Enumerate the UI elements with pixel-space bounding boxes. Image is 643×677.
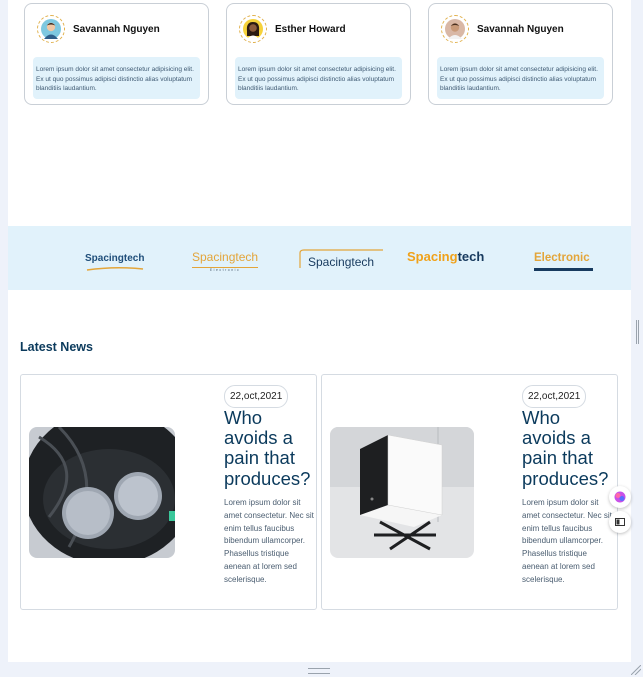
panel-toggle-icon[interactable] (609, 511, 631, 533)
brand-logo[interactable]: Spacingtech (299, 249, 383, 269)
testimonial-text: Lorem ipsum dolor sit amet consectetur a… (33, 57, 200, 99)
testimonial-text: Lorem ipsum dolor sit amet consectetur a… (437, 57, 604, 99)
brand-logo[interactable]: Spacingtech (407, 248, 484, 266)
testimonial-text: Lorem ipsum dolor sit amet consectetur a… (235, 57, 402, 99)
news-card[interactable]: 22,oct,2021 Who avoids a pain that produ… (20, 374, 317, 610)
avatar-man-icon (445, 19, 465, 39)
news-date: 22,oct,2021 (224, 385, 289, 408)
assistant-icon[interactable] (609, 486, 631, 508)
testimonial-card: Savannah Nguyen Lorem ipsum dolor sit am… (428, 3, 613, 105)
brand-logo[interactable]: Electronic (534, 248, 593, 271)
news-title[interactable]: Who avoids a pain that produces? (224, 407, 320, 489)
earbuds-case-photo (29, 427, 175, 558)
brand-strip: Spacingtech Spacingtech Electronic Spaci… (8, 226, 631, 290)
mini-pc-photo (330, 427, 474, 558)
avatar (239, 15, 267, 43)
scrollbar-handle[interactable] (636, 320, 639, 344)
avatar-man-icon (41, 19, 61, 39)
brand-bar-icon (534, 268, 593, 271)
section-heading: Latest News (20, 340, 93, 354)
news-excerpt: Lorem ipsum dolor sit amet consectetur. … (522, 498, 612, 584)
avatar-woman-icon (243, 19, 263, 39)
testimonial-card: Esther Howard Lorem ipsum dolor sit amet… (226, 3, 411, 105)
testimonial-card: Savannah Nguyen Lorem ipsum dolor sit am… (24, 3, 209, 105)
brand-swoosh-icon (86, 266, 144, 271)
resize-corner-icon[interactable] (631, 665, 641, 675)
brand-logo[interactable]: Spacingtech (85, 248, 145, 271)
brand-logo[interactable]: Spacingtech Electronic (192, 248, 259, 272)
news-date: 22,oct,2021 (522, 385, 587, 408)
avatar (37, 15, 65, 43)
testimonial-name: Savannah Nguyen (73, 23, 160, 35)
news-card[interactable]: 22,oct,2021 Who avoids a pain that produ… (321, 374, 618, 610)
page-content: Savannah Nguyen Lorem ipsum dolor sit am… (8, 0, 631, 662)
news-excerpt: Lorem ipsum dolor sit amet consectetur. … (224, 498, 314, 584)
resize-grip-icon[interactable] (308, 668, 330, 674)
avatar (441, 15, 469, 43)
testimonial-name: Savannah Nguyen (477, 23, 564, 35)
testimonial-name: Esther Howard (275, 23, 346, 35)
news-title[interactable]: Who avoids a pain that produces? (522, 407, 618, 489)
